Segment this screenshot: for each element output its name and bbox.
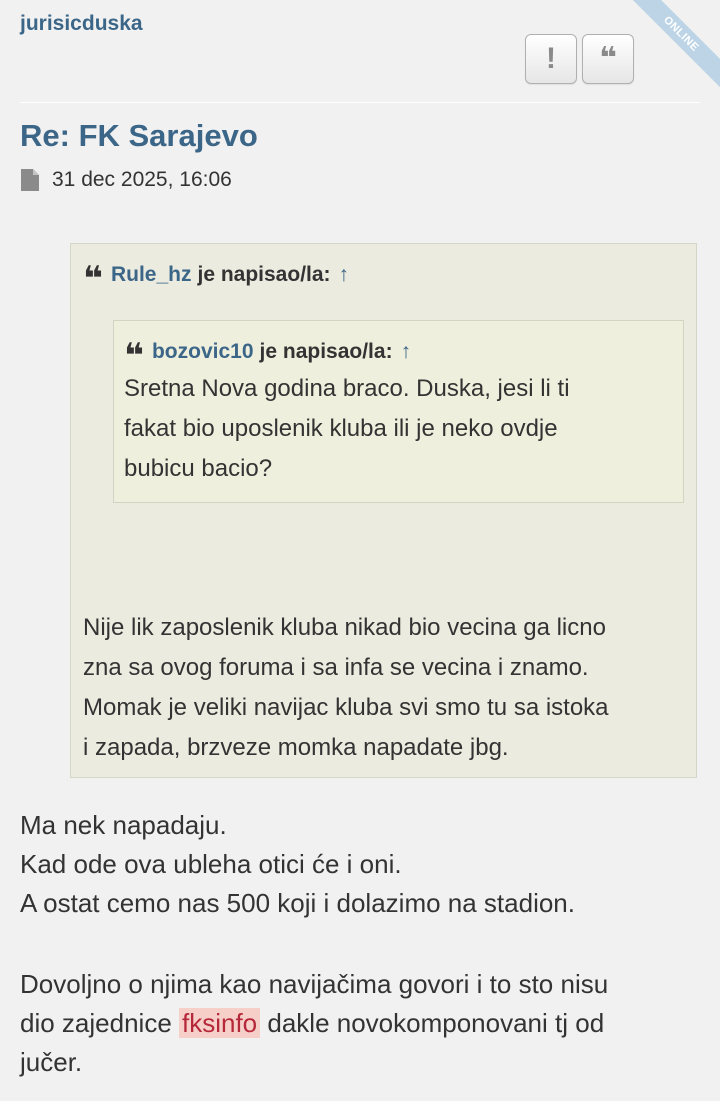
quote-line: bubicu bacio? (124, 455, 273, 482)
post-body-para1: Ma nek napadaju. Kad ode ova ubleha otic… (20, 806, 575, 923)
quote-icon: ❝ (599, 42, 617, 75)
body-line: A ostat cemo nas 500 koji i dolazimo na … (20, 888, 575, 918)
quote-line: fakat bio uposlenik kluba ili je neko ov… (124, 415, 558, 442)
quote-icon: ❝ (124, 337, 144, 375)
body-line: dio zajednice fksinfo dakle novokomponov… (20, 1004, 608, 1043)
quote-line: i zapada, brzveze momka napadate jbg. (83, 734, 509, 761)
quote-username[interactable]: Rule_hz (111, 263, 192, 287)
quote-icon: ❝ (83, 260, 103, 298)
quote-said-label: je napisao/la: (259, 340, 393, 363)
post-meta: 31 dec 2025, 16:06 (20, 168, 232, 192)
header-divider (20, 102, 700, 103)
body-line: Ma nek napadaju. (20, 810, 227, 840)
body-line: Dovoljno o njima kao navijačima govori i… (20, 969, 609, 999)
online-badge: ONLINE (630, 0, 720, 90)
online-label: ONLINE (630, 0, 720, 90)
quote-line: zna sa ovog foruma i sa infa se vecina i… (83, 654, 589, 681)
quote-button[interactable]: ❝ (582, 34, 634, 84)
quote-line: Nije lik zaposlenik kluba nikad bio veci… (83, 614, 606, 641)
quote-username[interactable]: bozovic10 (152, 340, 254, 364)
post-container: jurisicduska ONLINE ! ❝ Re: FK Sarajevo … (0, 0, 720, 1101)
report-button[interactable]: ! (525, 34, 577, 84)
quote-outer-text: Nije lik zaposlenik kluba nikad bio veci… (83, 608, 609, 768)
quote-inner-text: Sretna Nova godina braco. Duska, jesi li… (124, 369, 570, 489)
jump-to-post-arrow[interactable]: ↑ (339, 263, 350, 287)
post-author[interactable]: jurisicduska (20, 12, 143, 36)
exclamation-icon: ! (546, 42, 556, 75)
body-text: dakle novokomponovani tj od (260, 1008, 605, 1038)
highlighted-keyword[interactable]: fksinfo (179, 1008, 261, 1038)
post-body-para2: Dovoljno o njima kao navijačima govori i… (20, 965, 608, 1082)
quote-cite-inner: ❝ bozovic10 je napisao/la: ↑ (124, 335, 412, 373)
quote-line: Sretna Nova godina braco. Duska, jesi li… (124, 375, 570, 402)
post-title[interactable]: Re: FK Sarajevo (20, 118, 258, 154)
jump-to-post-arrow[interactable]: ↑ (401, 340, 412, 364)
quote-block-outer: ❝ Rule_hz je napisao/la: ↑ ❝ bozovic10 j… (70, 243, 697, 778)
file-icon (21, 169, 39, 191)
quote-cite-outer: ❝ Rule_hz je napisao/la: ↑ (83, 258, 350, 296)
body-text: dio zajednice (20, 1008, 179, 1038)
quote-said-label: je napisao/la: (197, 263, 331, 286)
body-line: jučer. (20, 1047, 83, 1077)
quote-block-inner: ❝ bozovic10 je napisao/la: ↑ Sretna Nova… (113, 320, 684, 503)
quote-line: Momak je veliki navijac kluba svi smo tu… (83, 694, 609, 721)
body-line: Kad ode ova ubleha otici će i oni. (20, 849, 402, 879)
post-date: 31 dec 2025, 16:06 (52, 168, 232, 191)
